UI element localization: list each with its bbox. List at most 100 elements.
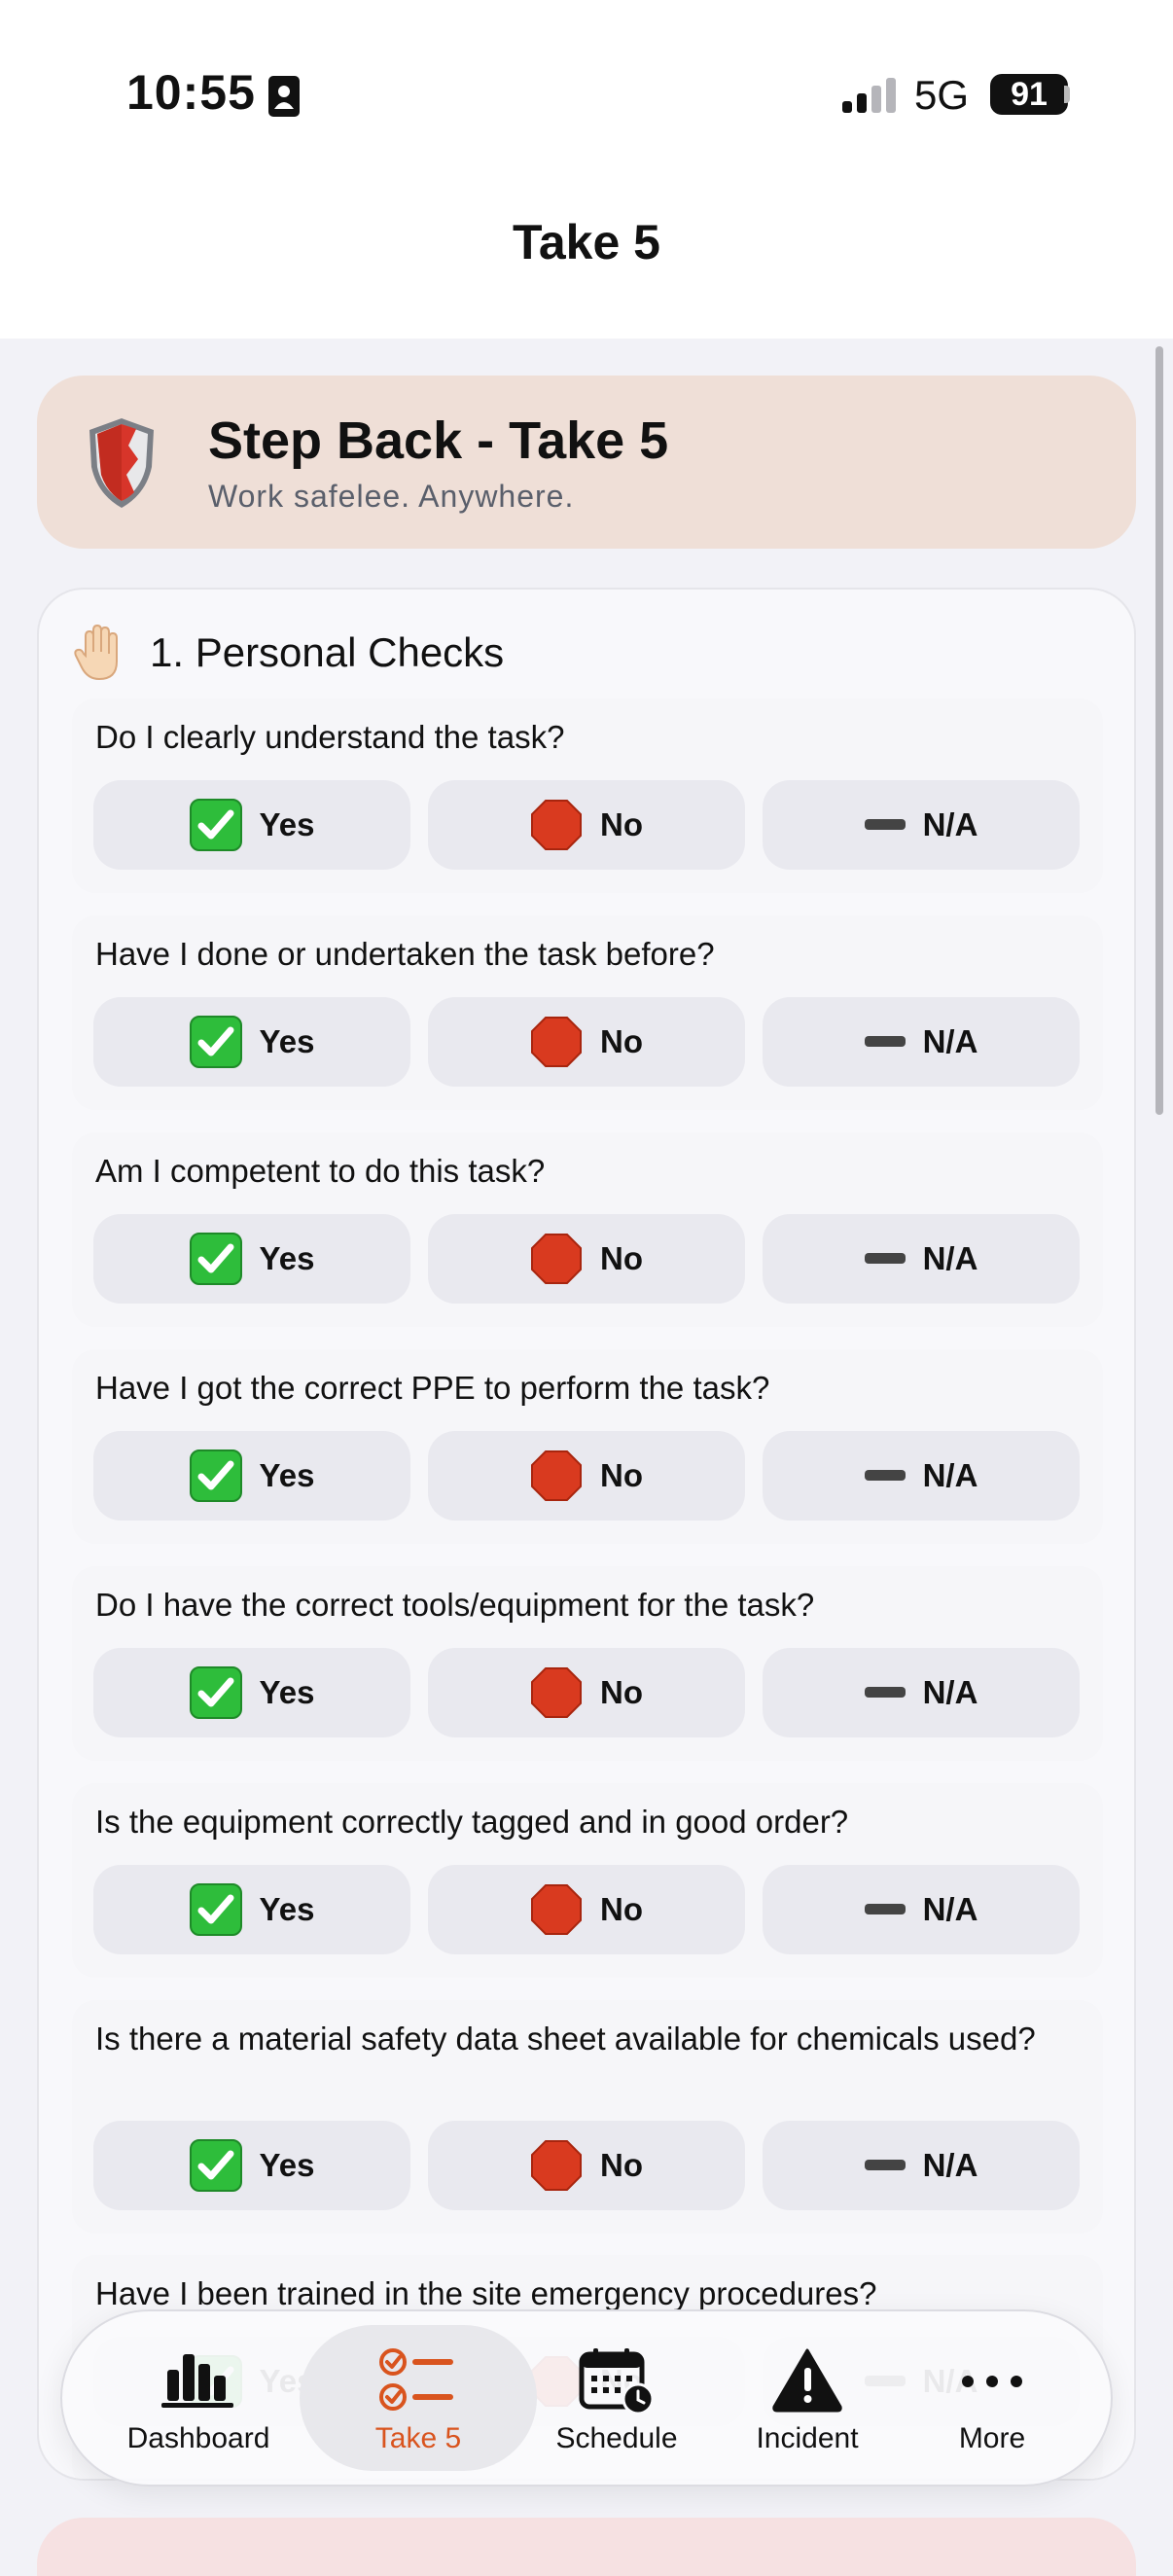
question-text: Have I got the correct PPE to perform th… — [95, 1370, 770, 1406]
no-button[interactable]: No — [428, 2121, 745, 2210]
tab-schedule[interactable]: Schedule — [519, 2325, 714, 2471]
question-item: Am I competent to do this task? Yes No N… — [72, 1132, 1103, 1327]
yes-button[interactable]: Yes — [93, 997, 410, 1087]
page-title: Take 5 — [513, 215, 660, 269]
tab-label: Dashboard — [126, 2422, 270, 2454]
answer-options: Yes No N/A — [93, 780, 1080, 870]
question-text: Do I clearly understand the task? — [95, 719, 565, 755]
no-button[interactable]: No — [428, 1214, 745, 1304]
navigation-bar: Take 5 — [0, 185, 1173, 339]
stop-sign-icon — [531, 1234, 582, 1284]
na-button[interactable]: N/A — [763, 997, 1080, 1087]
na-label: N/A — [922, 1457, 978, 1493]
yes-button[interactable]: Yes — [93, 1865, 410, 1954]
answer-options: Yes No N/A — [93, 2121, 1080, 2210]
tab-label: More — [958, 2422, 1026, 2454]
no-label: No — [600, 1457, 643, 1493]
na-button[interactable]: N/A — [763, 1865, 1080, 1954]
tab-incident[interactable]: Incident — [710, 2325, 905, 2471]
stop-sign-icon — [531, 1667, 582, 1718]
na-button[interactable]: N/A — [763, 780, 1080, 870]
yes-button[interactable]: Yes — [93, 1648, 410, 1737]
yes-label: Yes — [259, 806, 315, 842]
no-label: No — [600, 1674, 643, 1710]
section-header: 1. Personal Checks — [72, 619, 504, 687]
na-button[interactable]: N/A — [763, 1648, 1080, 1737]
question-text: Is there a material safety data sheet av… — [95, 2021, 1036, 2057]
tab-take-5[interactable]: Take 5 — [319, 2325, 517, 2471]
na-label: N/A — [922, 806, 978, 842]
no-button[interactable]: No — [428, 1865, 745, 1954]
network-type: 5G — [914, 72, 970, 118]
minus-icon — [864, 2160, 906, 2170]
na-button[interactable]: N/A — [763, 2121, 1080, 2210]
personal-checks-section: 1. Personal Checks Do I clearly understa… — [37, 588, 1136, 2481]
tab-bar: Dashboard Take 5 Schedule Incident More — [60, 2309, 1113, 2487]
minus-icon — [864, 1253, 906, 1264]
yes-button[interactable]: Yes — [93, 1431, 410, 1521]
calendar-clock-icon — [579, 2348, 655, 2415]
raised-hand-icon — [74, 624, 118, 681]
tab-label: Incident — [756, 2422, 859, 2454]
stop-sign-icon — [531, 1017, 582, 1067]
tab-label: Take 5 — [374, 2422, 462, 2454]
no-button[interactable]: No — [428, 997, 745, 1087]
minus-icon — [864, 1687, 906, 1698]
question-item: Do I have the correct tools/equipment fo… — [72, 1566, 1103, 1761]
na-label: N/A — [922, 1240, 978, 1276]
ellipsis-icon — [962, 2376, 1022, 2387]
no-button[interactable]: No — [428, 780, 745, 870]
next-section-card — [37, 2518, 1136, 2576]
minus-icon — [864, 1904, 906, 1914]
no-label: No — [600, 1891, 643, 1927]
na-button[interactable]: N/A — [763, 1214, 1080, 1304]
stop-sign-icon — [531, 1450, 582, 1501]
tab-dashboard[interactable]: Dashboard — [101, 2325, 296, 2471]
na-label: N/A — [922, 1891, 978, 1927]
question-text: Do I have the correct tools/equipment fo… — [95, 1587, 815, 1623]
question-text: Have I done or undertaken the task befor… — [95, 936, 715, 972]
question-item: Have I done or undertaken the task befor… — [72, 915, 1103, 1110]
check-mark-icon — [189, 1666, 242, 1719]
yes-button[interactable]: Yes — [93, 2121, 410, 2210]
minus-icon — [864, 819, 906, 830]
na-label: N/A — [922, 1674, 978, 1710]
scroll-indicator[interactable] — [1155, 346, 1163, 1115]
chart-bar-icon — [161, 2354, 233, 2408]
check-mark-icon — [189, 1449, 242, 1502]
no-button[interactable]: No — [428, 1431, 745, 1521]
no-label: No — [600, 1023, 643, 1059]
battery-icon: 91 — [990, 74, 1068, 115]
check-mark-icon — [189, 2139, 242, 2192]
yes-button[interactable]: Yes — [93, 1214, 410, 1304]
minus-icon — [864, 1036, 906, 1047]
section-title: 1. Personal Checks — [150, 629, 505, 675]
yes-label: Yes — [259, 1891, 315, 1927]
question-text: Is the equipment correctly tagged and in… — [95, 1804, 849, 1840]
no-label: No — [600, 806, 643, 842]
question-item: Is the equipment correctly tagged and in… — [72, 1783, 1103, 1978]
checklist-icon — [379, 2348, 453, 2411]
yes-label: Yes — [259, 1023, 315, 1059]
battery-tip — [1064, 86, 1070, 103]
answer-options: Yes No N/A — [93, 1648, 1080, 1737]
answer-options: Yes No N/A — [93, 1431, 1080, 1521]
answer-options: Yes No N/A — [93, 997, 1080, 1087]
status-time: 10:55 — [126, 65, 256, 120]
check-mark-icon — [189, 1016, 242, 1068]
na-button[interactable]: N/A — [763, 1431, 1080, 1521]
warning-icon — [772, 2348, 842, 2413]
no-button[interactable]: No — [428, 1648, 745, 1737]
question-item: Do I clearly understand the task? Yes No… — [72, 698, 1103, 893]
header-subtitle: Work safelee. Anywhere. — [208, 479, 575, 514]
header-card: Step Back - Take 5 Work safelee. Anywher… — [37, 376, 1136, 549]
yes-label: Yes — [259, 2147, 315, 2183]
tab-more[interactable]: More — [895, 2325, 1089, 2471]
na-label: N/A — [922, 1023, 978, 1059]
contact-card-icon — [268, 76, 300, 117]
shield-icon — [89, 418, 154, 508]
minus-icon — [864, 1470, 906, 1481]
stop-sign-icon — [531, 800, 582, 850]
yes-button[interactable]: Yes — [93, 780, 410, 870]
no-label: No — [600, 1240, 643, 1276]
